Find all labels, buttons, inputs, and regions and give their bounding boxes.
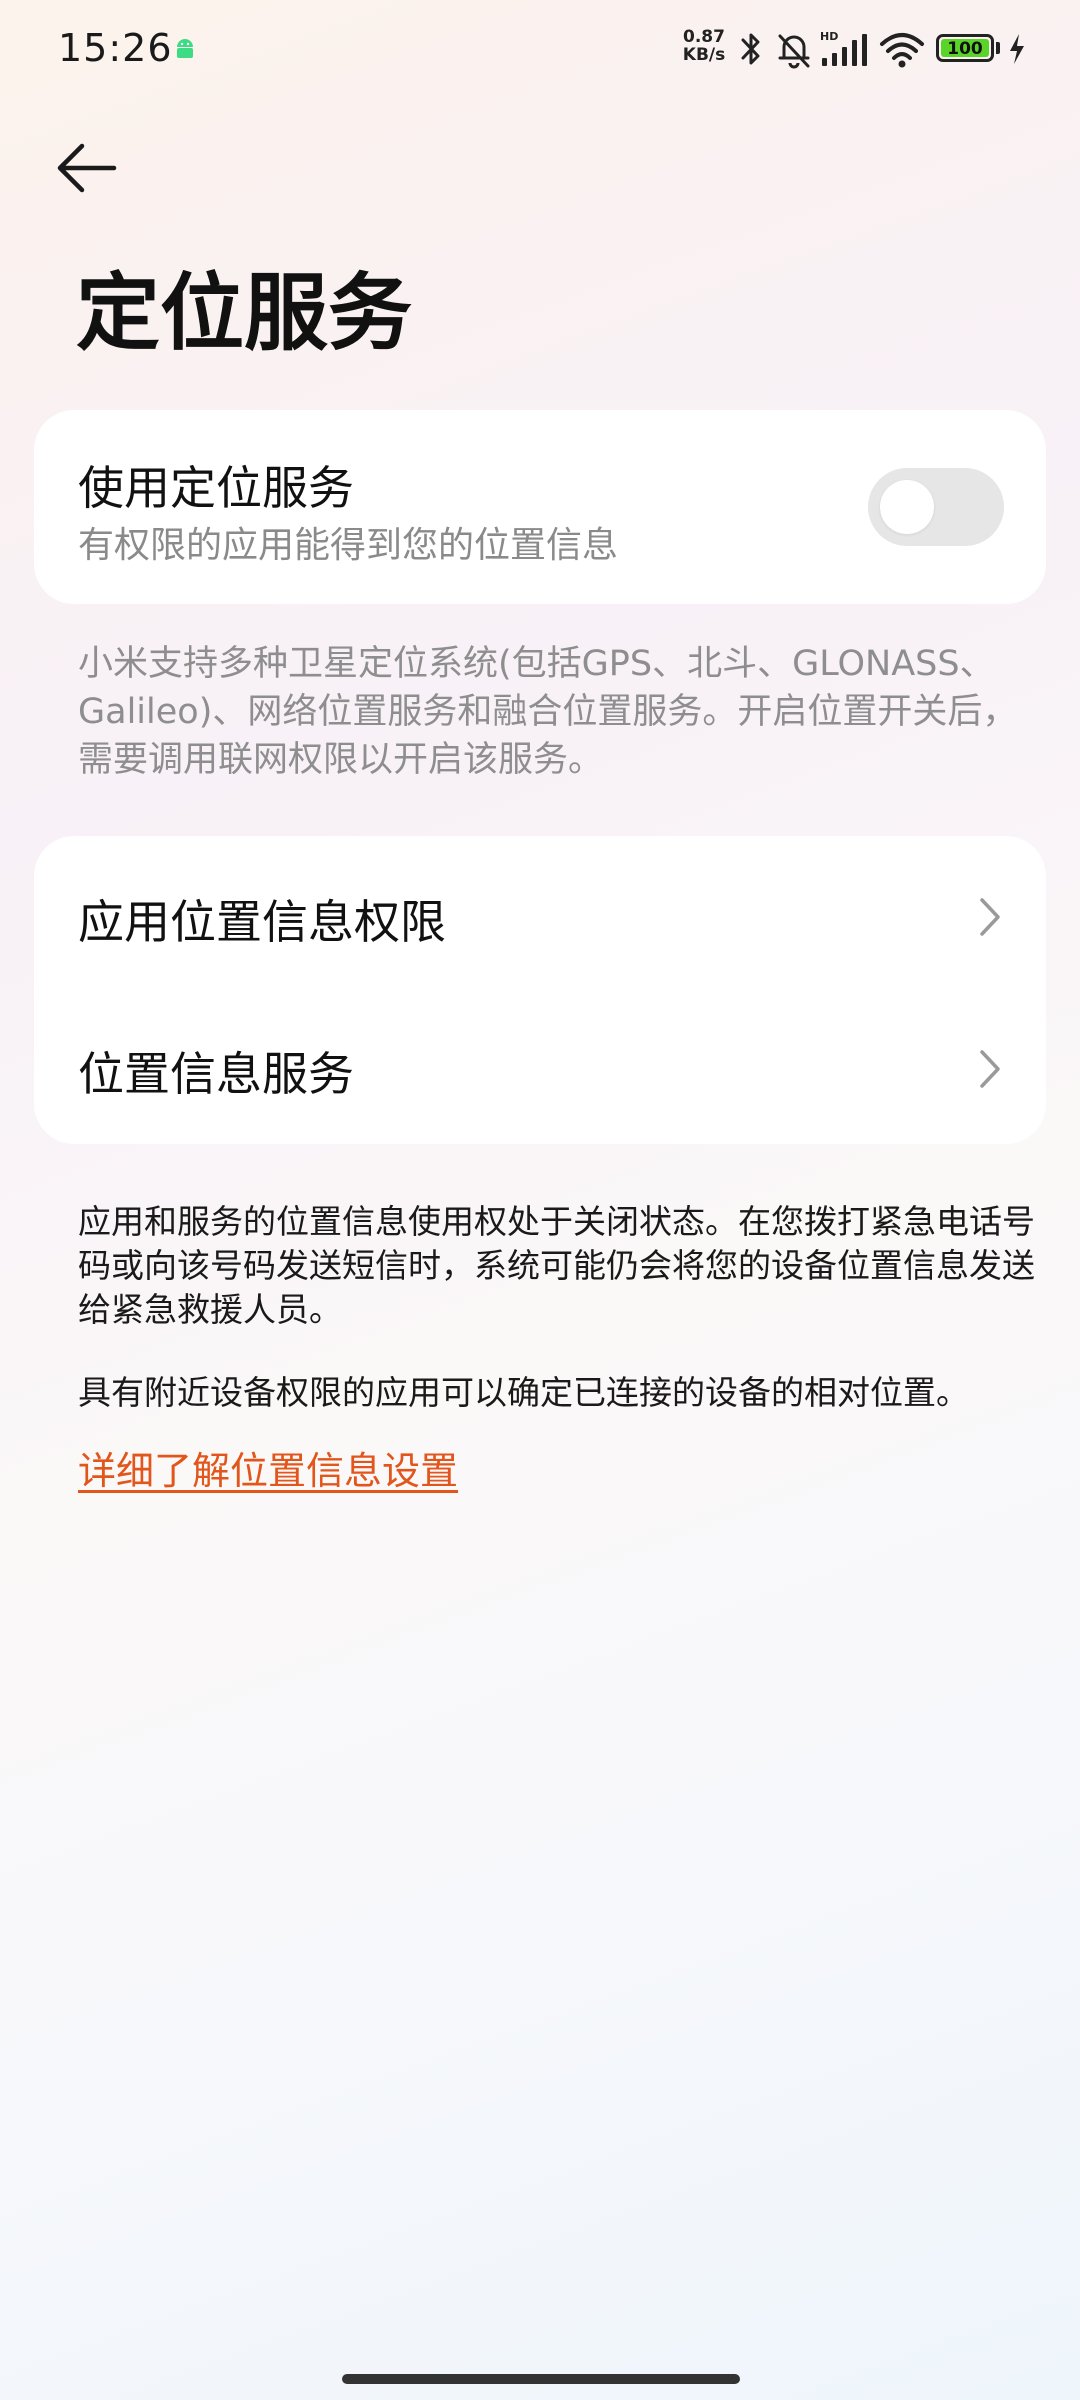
- nearby-devices-note: 具有附近设备权限的应用可以确定已连接的设备的相对位置。: [78, 1373, 969, 1412]
- wifi-icon: [880, 33, 924, 68]
- battery-level: 100: [941, 39, 989, 59]
- location-service-card[interactable]: 使用定位服务 有权限的应用能得到您的位置信息: [34, 410, 1046, 604]
- menu-item-app-location-permissions[interactable]: 应用位置信息权限: [34, 840, 1046, 990]
- android-notification-icon: [177, 39, 193, 58]
- page-title: 定位服务: [76, 264, 413, 362]
- notifications-muted-icon: [778, 34, 810, 69]
- cellular-signal-icon: HD: [820, 30, 867, 66]
- battery-cap: [996, 42, 1000, 54]
- menu-item-label: 位置信息服务: [78, 1047, 354, 1101]
- back-arrow-icon[interactable]: [54, 140, 120, 196]
- network-speed-unit: KB/s: [682, 45, 726, 65]
- location-menu-card: 应用位置信息权限 位置信息服务: [34, 836, 1046, 1144]
- charging-icon: [1010, 34, 1024, 64]
- toggle-knob: [880, 480, 934, 534]
- battery-indicator: 100: [936, 34, 994, 62]
- menu-item-location-services[interactable]: 位置信息服务: [34, 992, 1046, 1142]
- location-service-subtitle: 有权限的应用能得到您的位置信息: [78, 525, 619, 566]
- network-speed-value: 0.87: [683, 27, 725, 47]
- home-indicator[interactable]: [342, 2374, 740, 2384]
- bluetooth-icon: [741, 33, 760, 65]
- location-service-toggle[interactable]: [868, 468, 1004, 546]
- signal-hd-label: HD: [820, 30, 838, 43]
- learn-more-location-settings-link[interactable]: 详细了解位置信息设置: [78, 1440, 458, 1495]
- chevron-right-icon: [980, 898, 1000, 936]
- network-speed: 0.87 KB/s: [678, 28, 730, 64]
- menu-item-label: 应用位置信息权限: [78, 895, 446, 949]
- status-bar: 15:26 0.87 KB/s HD 100: [0, 0, 1080, 100]
- chevron-right-icon: [980, 1050, 1000, 1088]
- location-service-title: 使用定位服务: [78, 461, 354, 515]
- emergency-location-note: 应用和服务的位置信息使用权处于关闭状态。在您拨打紧急电话号码或向该号码发送短信时…: [78, 1202, 1035, 1329]
- status-time: 15:26: [58, 26, 173, 70]
- location-description: 小米支持多种卫星定位系统(包括GPS、北斗、GLONASS、Galileo)、网…: [78, 644, 1018, 780]
